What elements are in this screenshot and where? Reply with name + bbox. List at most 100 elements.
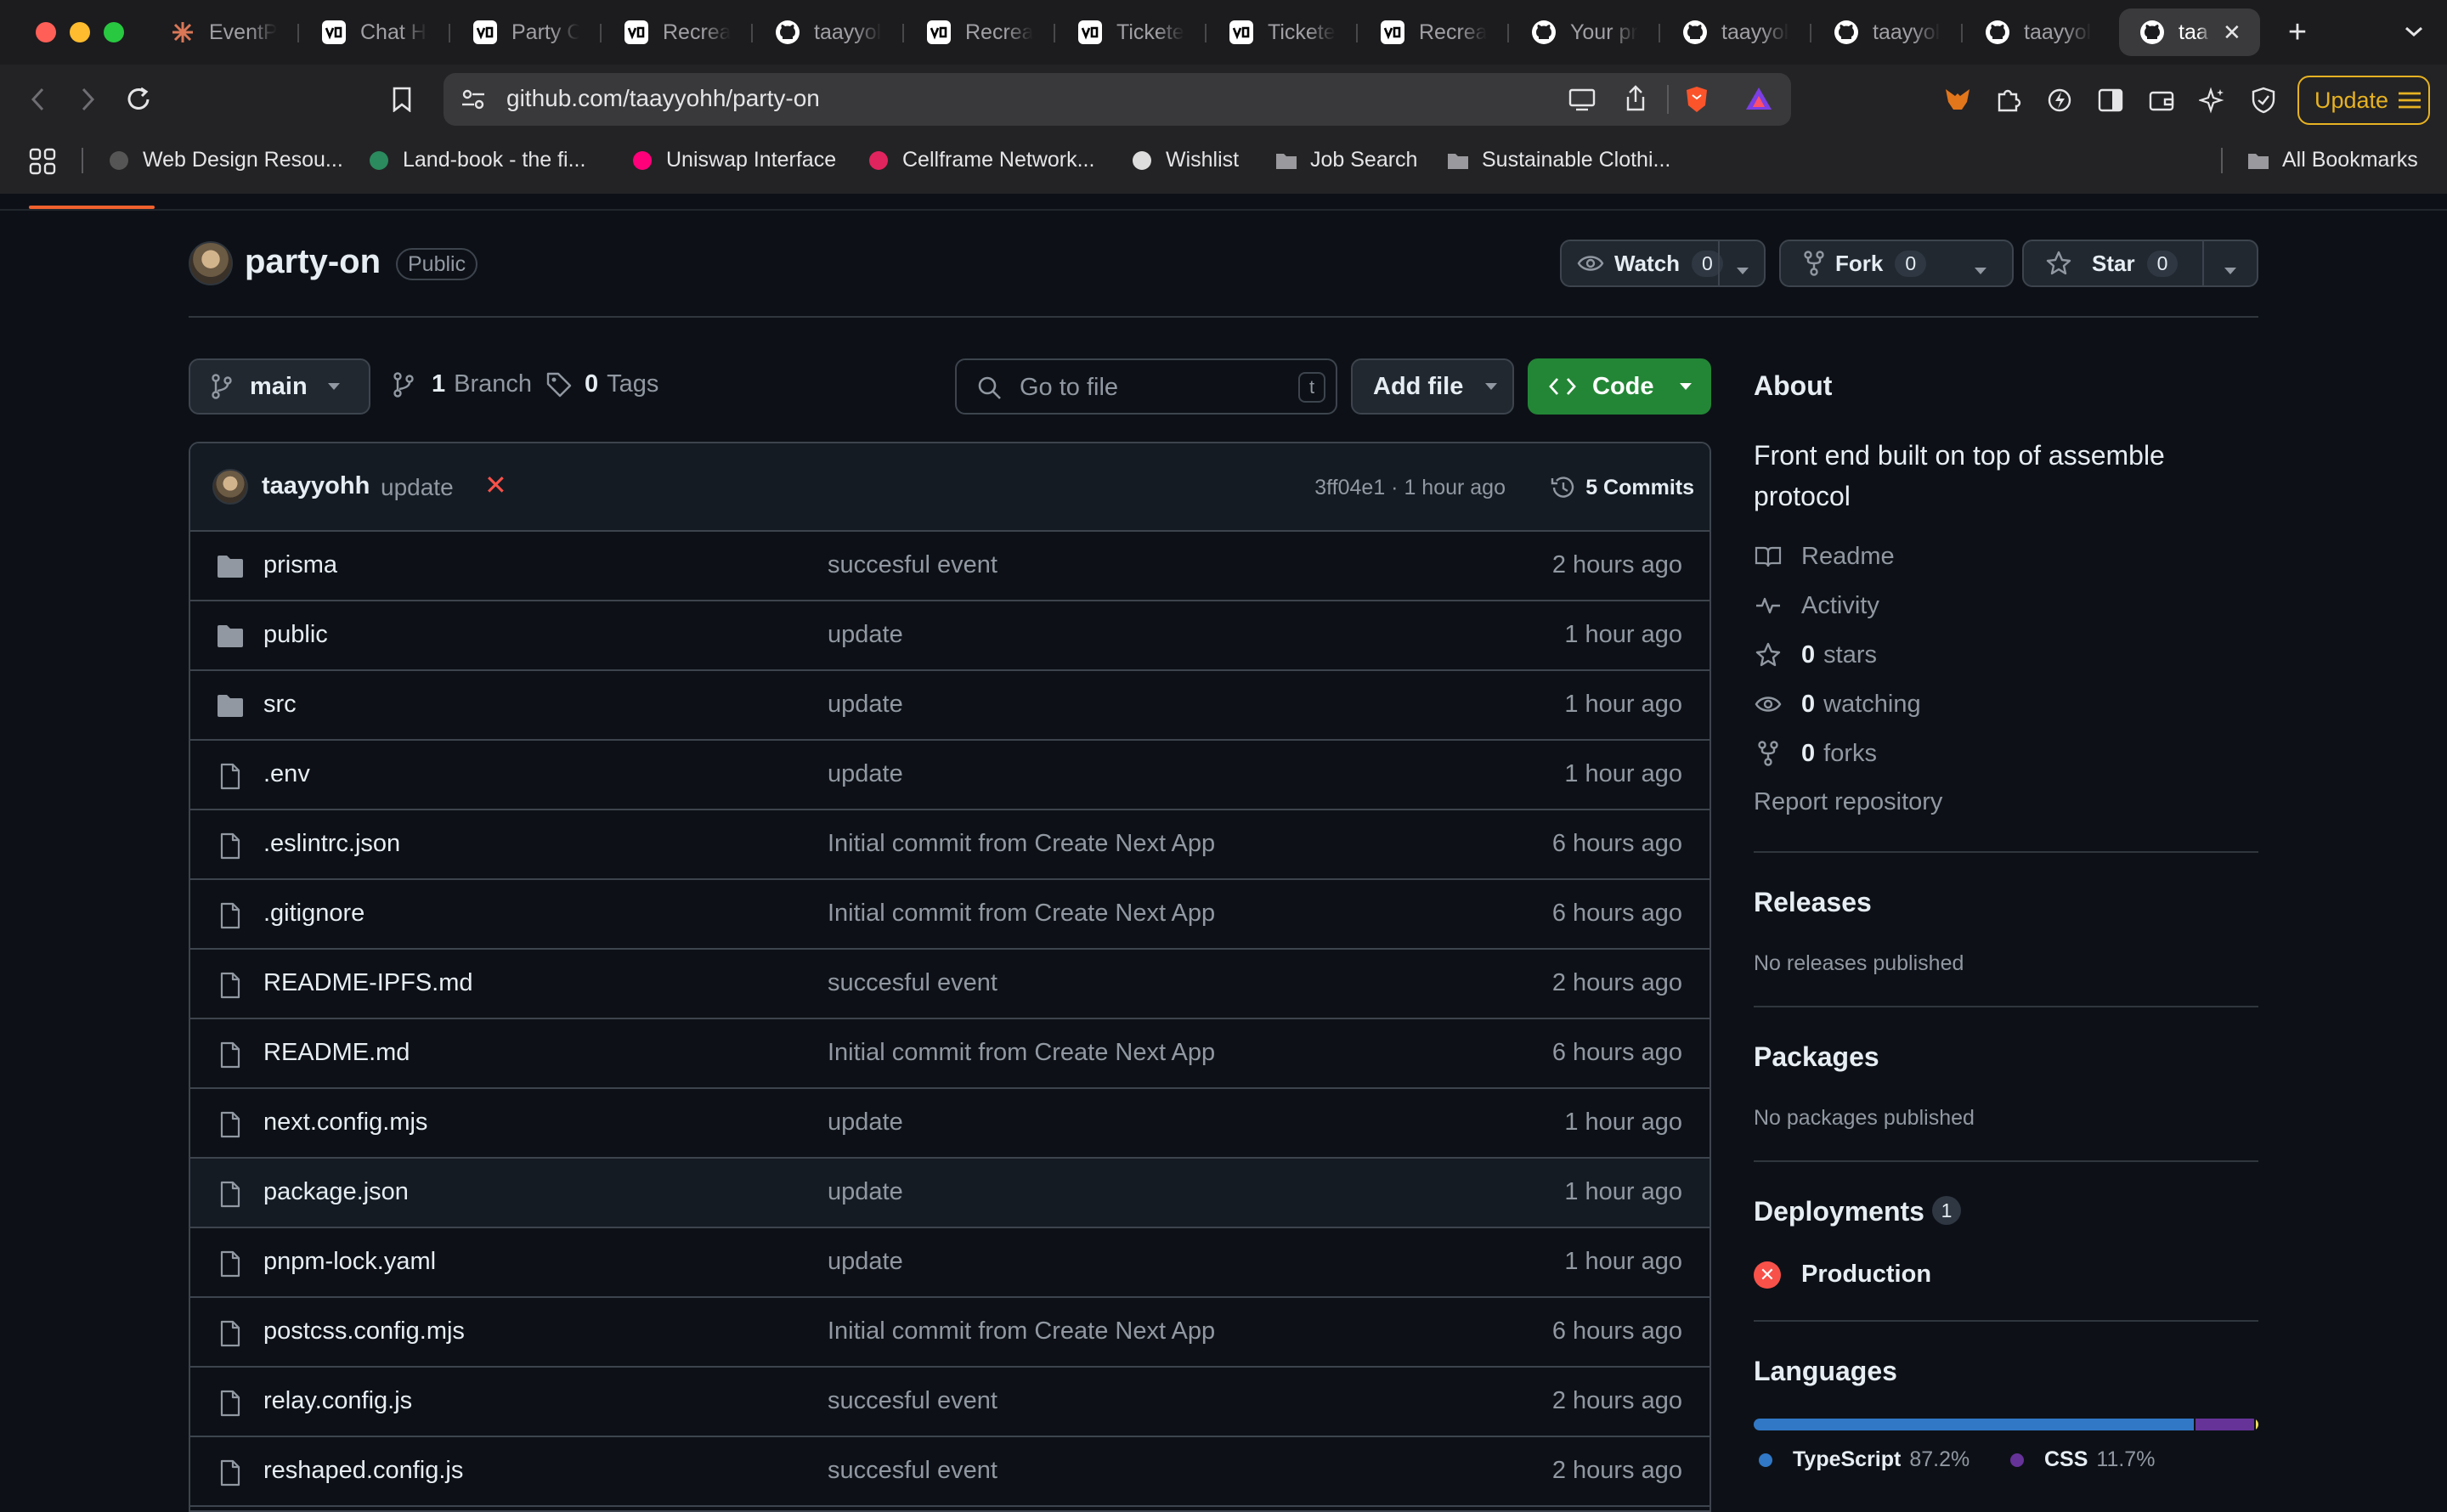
- table-row[interactable]: postcss.config.mjs Initial commit from Cr…: [190, 1298, 1710, 1368]
- watch-main[interactable]: Watch 0: [1562, 250, 1723, 277]
- apps-grid-icon[interactable]: [27, 146, 58, 177]
- close-tab-icon[interactable]: ✕: [2223, 20, 2241, 46]
- browser-tab[interactable]: taayyol: [1662, 8, 1806, 56]
- bookmark-item[interactable]: Wishlist: [1130, 148, 1239, 172]
- forks-link[interactable]: 0 forks: [1754, 739, 1877, 768]
- url-text[interactable]: github.com/taayyohh/party-on: [506, 85, 820, 112]
- address-bar[interactable]: github.com/taayyohh/party-on: [444, 73, 1791, 126]
- table-row[interactable]: prisma succesful event 2 hours ago: [190, 532, 1710, 601]
- bookmark-item[interactable]: Job Search: [1274, 148, 1417, 172]
- brave-rewards-icon[interactable]: [1743, 83, 1774, 114]
- bookmark-item[interactable]: Web Design Resou...: [107, 148, 343, 172]
- star-main[interactable]: Star 0: [2024, 250, 2179, 277]
- tags-link[interactable]: 0 Tags: [545, 370, 658, 398]
- file-commit-message[interactable]: succesful event: [828, 1457, 997, 1485]
- all-bookmarks-button[interactable]: All Bookmarks: [2246, 148, 2418, 172]
- table-row[interactable]: .gitignore Initial commit from Create Nex…: [190, 880, 1710, 950]
- owner-avatar[interactable]: [189, 241, 233, 285]
- metamask-fox-icon[interactable]: [1942, 85, 1973, 114]
- table-row[interactable]: .env update 1 hour ago: [190, 741, 1710, 810]
- browser-tab[interactable]: taayyol: [1813, 8, 1958, 56]
- brave-shields-icon[interactable]: [1682, 83, 1711, 116]
- watch-button[interactable]: Watch 0: [1560, 240, 1766, 287]
- tab-list-chevron-icon[interactable]: [2401, 19, 2427, 44]
- browser-tab[interactable]: Tickete: [1208, 8, 1353, 56]
- file-name-link[interactable]: package.json: [263, 1178, 409, 1206]
- x-icon[interactable]: ✕: [484, 469, 507, 501]
- file-commit-message[interactable]: Initial commit from Create Next App: [828, 1317, 1215, 1346]
- file-name-link[interactable]: README.md: [263, 1039, 410, 1067]
- file-name-link[interactable]: .gitignore: [263, 900, 365, 928]
- browser-tab[interactable]: Your pr: [1511, 8, 1655, 56]
- browser-tab[interactable]: taa ✕: [2119, 8, 2260, 56]
- fork-button[interactable]: Fork 0: [1779, 240, 1964, 287]
- file-commit-message[interactable]: succesful event: [828, 551, 997, 579]
- minimize-window-button[interactable]: [70, 22, 90, 42]
- bookmark-item[interactable]: Land-book - the fi...: [367, 148, 585, 172]
- branch-selector[interactable]: main: [189, 358, 370, 415]
- table-row[interactable]: src update 1 hour ago: [190, 671, 1710, 741]
- file-name-link[interactable]: reshaped.config.js: [263, 1457, 463, 1485]
- file-name-link[interactable]: .eslintrc.json: [263, 830, 400, 858]
- back-arrow-icon[interactable]: [24, 85, 53, 114]
- file-name-link[interactable]: src: [263, 691, 297, 719]
- file-commit-message[interactable]: Initial commit from Create Next App: [828, 900, 1215, 928]
- file-name-link[interactable]: pnpm-lock.yaml: [263, 1248, 436, 1276]
- file-commit-message[interactable]: update: [828, 1109, 903, 1137]
- commit-hash-time[interactable]: 3ff04e1 · 1 hour ago: [1314, 476, 1506, 500]
- table-row[interactable]: .eslintrc.json Initial commit from Create…: [190, 810, 1710, 880]
- fork-main[interactable]: Fork 0: [1781, 250, 1927, 277]
- browser-tab[interactable]: EventP: [150, 8, 294, 56]
- file-name-link[interactable]: prisma: [263, 551, 337, 579]
- code-button[interactable]: Code: [1528, 358, 1711, 415]
- file-name-link[interactable]: postcss.config.mjs: [263, 1317, 465, 1346]
- close-window-button[interactable]: [36, 22, 56, 42]
- commit-author-avatar[interactable]: [212, 469, 248, 505]
- table-row[interactable]: relay.config.js succesful event 2 hours ag…: [190, 1368, 1710, 1437]
- file-commit-message[interactable]: update: [828, 1178, 903, 1206]
- table-row[interactable]: README-IPFS.md succesful event 2 hours ago: [190, 950, 1710, 1019]
- star-dropdown-icon[interactable]: [2223, 257, 2238, 283]
- report-repository-link[interactable]: Report repository: [1754, 788, 1942, 816]
- browser-tab[interactable]: taayyol: [1964, 8, 2109, 56]
- cast-icon[interactable]: [1567, 85, 1597, 114]
- watching-link[interactable]: 0 watching: [1754, 690, 1921, 719]
- table-row[interactable]: public update 1 hour ago: [190, 601, 1710, 671]
- browser-tab[interactable]: Party C: [452, 8, 596, 56]
- table-row[interactable]: reshaped.config.js succesful event 2 hours…: [190, 1437, 1710, 1507]
- commit-message[interactable]: update: [381, 474, 454, 501]
- bookmark-item[interactable]: Sustainable Clothi...: [1446, 148, 1670, 172]
- vpn-shield-icon[interactable]: [2248, 85, 2279, 116]
- activity-link[interactable]: Activity: [1754, 591, 1879, 620]
- deployments-heading[interactable]: Deployments: [1754, 1196, 1924, 1227]
- releases-heading[interactable]: Releases: [1754, 887, 1872, 918]
- sidebar-toggle-icon[interactable]: [2095, 85, 2126, 116]
- packages-heading[interactable]: Packages: [1754, 1041, 1879, 1073]
- leo-ai-icon[interactable]: [2044, 85, 2075, 116]
- file-name-link[interactable]: relay.config.js: [263, 1387, 412, 1415]
- sparkle-ai-icon[interactable]: [2197, 85, 2228, 116]
- go-to-file-input[interactable]: Go to file t: [955, 358, 1337, 415]
- maximize-window-button[interactable]: [104, 22, 124, 42]
- star-button[interactable]: Star 0: [2022, 240, 2258, 287]
- branches-link[interactable]: 1 Branch: [393, 370, 532, 398]
- table-row[interactable]: README.md Initial commit from Create Next…: [190, 1019, 1710, 1089]
- bookmark-item[interactable]: Cellframe Network...: [867, 148, 1094, 172]
- browser-tab[interactable]: Chat H: [301, 8, 445, 56]
- file-name-link[interactable]: .env: [263, 760, 310, 788]
- reload-icon[interactable]: [122, 83, 155, 116]
- browser-tab[interactable]: Recrea: [603, 8, 748, 56]
- production-deployment-link[interactable]: ✕ Production: [1754, 1261, 1931, 1289]
- file-name-link[interactable]: next.config.mjs: [263, 1109, 427, 1137]
- browser-tab[interactable]: Recrea: [906, 8, 1050, 56]
- share-icon[interactable]: [1621, 83, 1650, 114]
- file-commit-message[interactable]: succesful event: [828, 969, 997, 997]
- stars-link[interactable]: 0 stars: [1754, 640, 1877, 669]
- file-commit-message[interactable]: update: [828, 691, 903, 719]
- site-settings-icon[interactable]: [459, 85, 488, 114]
- bookmark-item[interactable]: Uniswap Interface: [630, 148, 836, 172]
- file-commit-message[interactable]: update: [828, 621, 903, 649]
- table-row[interactable]: package.json update 1 hour ago: [190, 1159, 1710, 1228]
- add-file-button[interactable]: Add file: [1351, 358, 1514, 415]
- file-name-link[interactable]: README-IPFS.md: [263, 969, 473, 997]
